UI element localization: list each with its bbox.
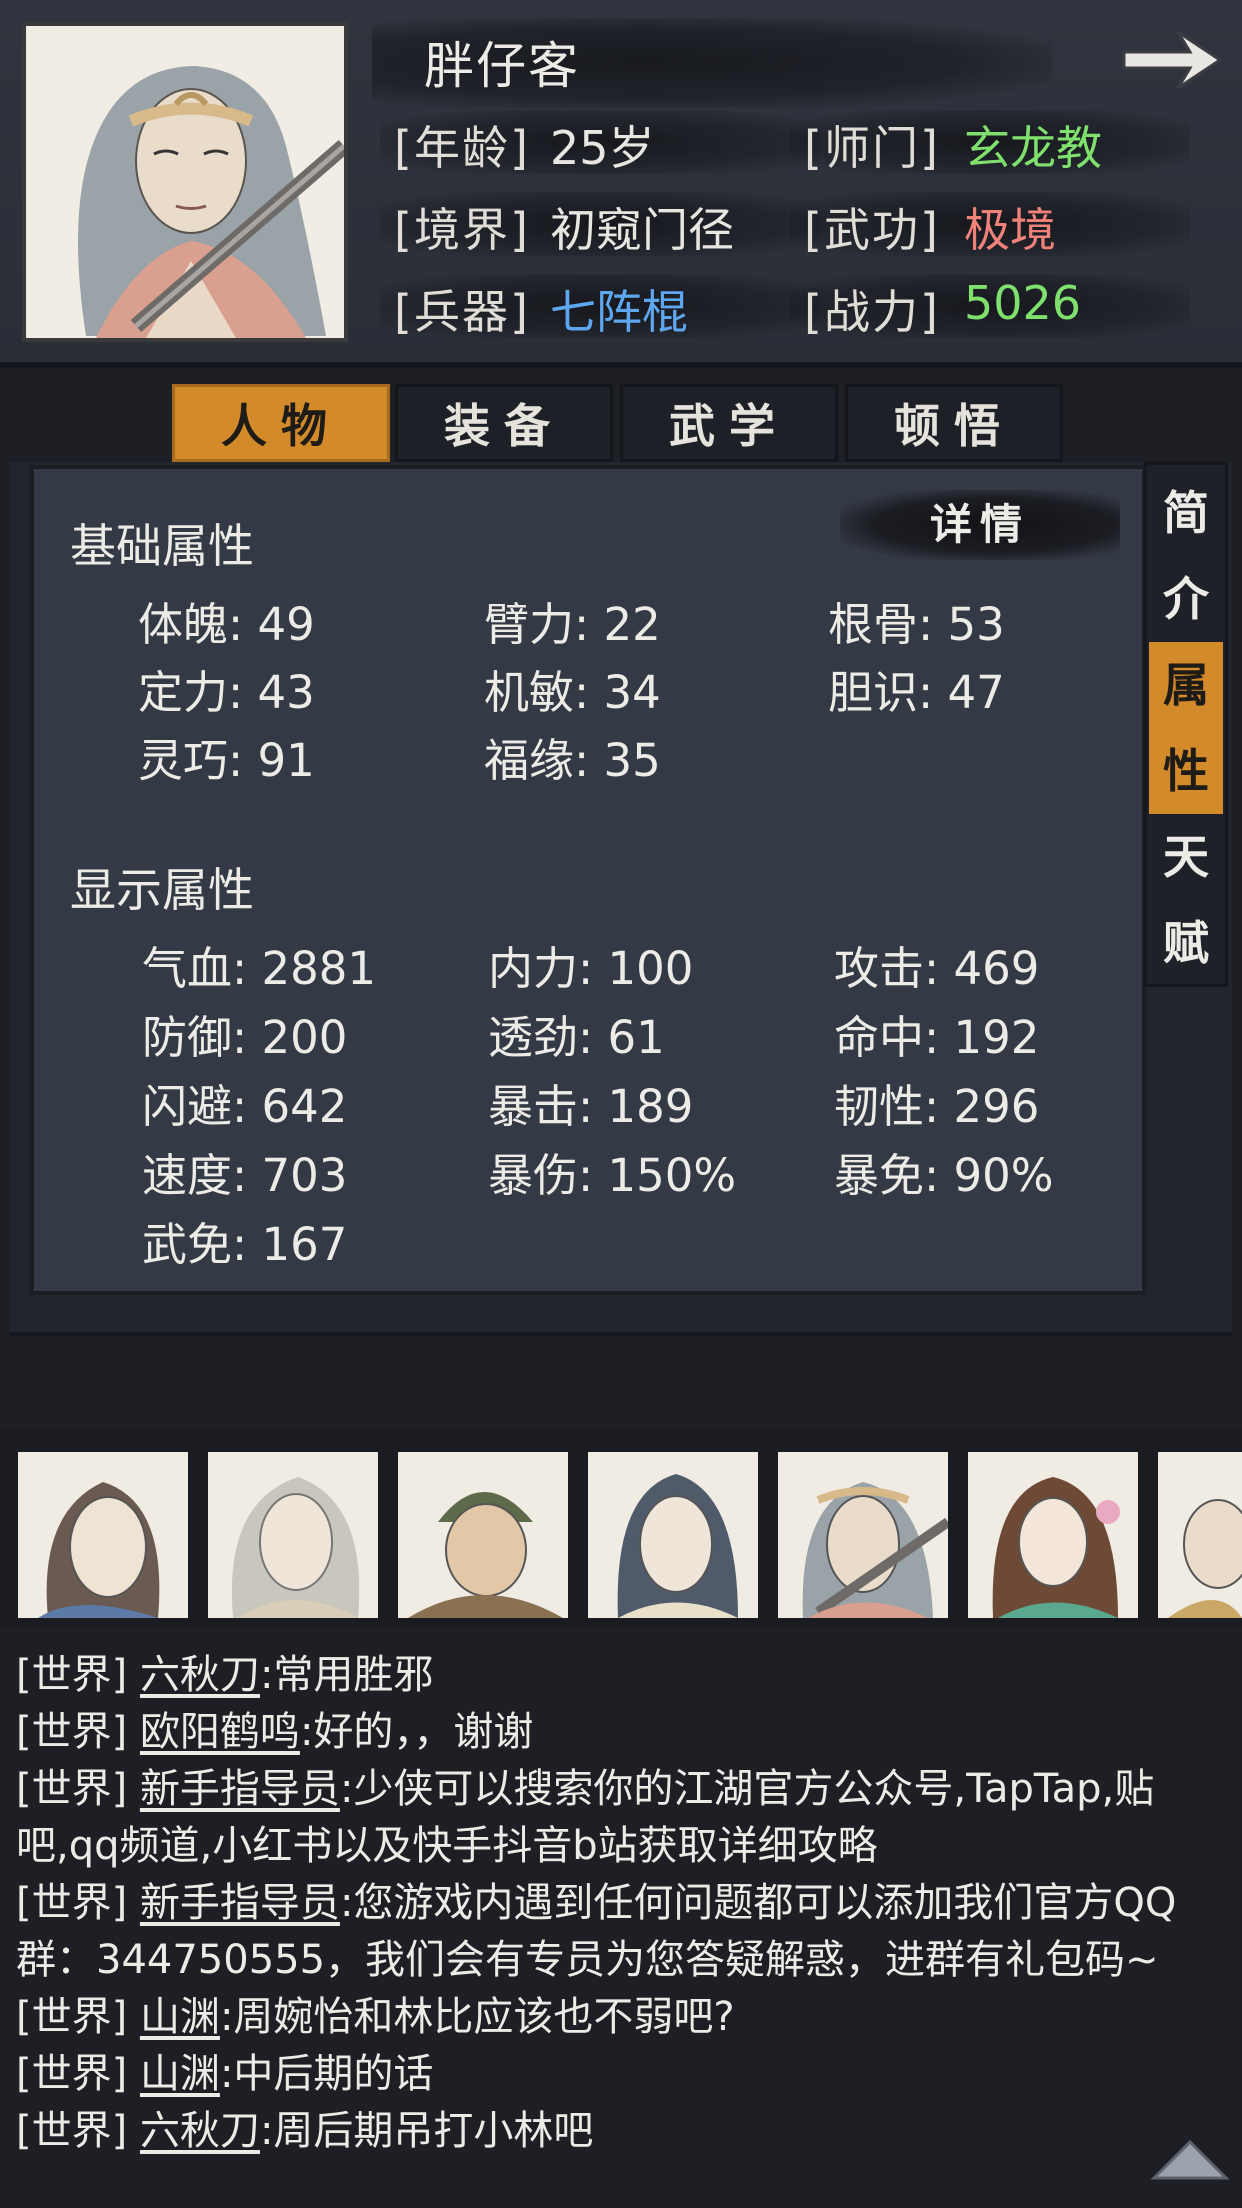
stat-hit: 命中: 192 [834,1011,1040,1064]
chat-line: [世界] 山渊:周婉怡和林比应该也不弱吧? [16,1984,735,2042]
chat-username[interactable]: 新手指导员 [140,1766,340,1812]
avatar[interactable] [208,1452,378,1618]
age-label: [年龄] [394,121,530,175]
stat-defense: 防御: 200 [142,1011,348,1064]
tab-martial-arts[interactable]: 武学 [620,384,838,462]
chat-username[interactable]: 欧阳鹤鸣 [140,1709,300,1755]
stat-crit-damage: 暴伤: 150% [488,1149,737,1202]
basic-attributes-title: 基础属性 [70,519,254,573]
avatar[interactable] [968,1452,1138,1618]
arrow-right-icon[interactable] [1118,22,1224,98]
stat-courage: 胆识: 47 [828,666,1005,719]
chat-channel: [世界] [16,1766,128,1812]
tab-enlightenment[interactable]: 顿悟 [845,384,1063,462]
side-tab-attributes-char2: 性 [1163,744,1209,798]
avatar[interactable] [18,1452,188,1618]
side-tab-attributes-char1: 属 [1163,658,1209,712]
side-tab-intro[interactable]: 简 介 [1149,470,1223,642]
triangle-up-icon[interactable] [1150,2136,1230,2182]
stat-crit-resist: 暴免: 90% [834,1149,1054,1202]
chat-username[interactable]: 六秋刀 [140,1652,260,1698]
character-portrait [22,22,348,342]
stat-crit: 暴击: 189 [488,1080,694,1133]
chat-channel: [世界] [16,1709,128,1755]
sect-label: [师门] [804,121,940,175]
chat-message: :中后期的话 [219,2051,434,2097]
side-tab-talents[interactable]: 天 赋 [1149,814,1223,986]
power-value: 5026 [964,276,1082,330]
stat-speed: 速度: 703 [142,1149,348,1202]
stat-strength: 臂力: 22 [484,598,661,651]
chat-line: [世界] 新手指导员:您游戏内遇到任何问题都可以添加我们官方QQ [16,1870,1176,1928]
chat-line: [世界] 六秋刀:常用胜邪 [16,1642,433,1700]
chat-channel: [世界] [16,2108,128,2154]
chat-line: 吧,qq频道,小红书以及快手抖音b站获取详细攻略 [16,1813,878,1871]
chat-message: :好的，，谢谢 [299,1709,534,1755]
side-tab-intro-char1: 简 [1163,486,1209,540]
chat-message: :少侠可以搜索你的江湖官方公众号,TapTap,贴 [339,1766,1155,1812]
stat-physique: 体魄: 49 [138,598,315,651]
stat-luck: 福缘: 35 [484,734,661,787]
realm-value: 初窥门径 [550,203,734,257]
tab-character[interactable]: 人物 [172,384,390,462]
chat-message: :您游戏内遇到任何问题都可以添加我们官方QQ [339,1880,1177,1926]
character-name: 胖仔客 [424,37,580,95]
chat-line: 群：344750555，我们会有专员为您答疑解惑，进群有礼包码~ [16,1927,1159,1985]
chat-line: [世界] 山渊:中后期的话 [16,2041,433,2099]
stat-martial-resist: 武免: 167 [142,1218,348,1271]
sect-value: 玄龙教 [964,121,1102,175]
stat-hp: 气血: 2881 [142,942,376,995]
side-tab-talents-char2: 赋 [1163,916,1209,970]
side-tab-attributes[interactable]: 属 性 [1149,642,1223,814]
realm-label: [境界] [394,203,530,257]
tab-equipment[interactable]: 装备 [395,384,613,462]
stat-toughness: 韧性: 296 [834,1080,1040,1133]
martial-label: [武功] [804,203,940,257]
chat-channel: [世界] [16,1652,128,1698]
chat-message: :常用胜邪 [259,1652,434,1698]
avatar[interactable] [1158,1452,1242,1618]
stat-agility: 机敏: 34 [484,666,661,719]
chat-message: :周后期吊打小林吧 [259,2108,594,2154]
avatar[interactable] [778,1452,948,1618]
stat-focus: 定力: 43 [138,666,315,719]
chat-channel: [世界] [16,2051,128,2097]
chat-message: 群：344750555，我们会有专员为您答疑解惑，进群有礼包码~ [16,1937,1159,1983]
weapon-value: 七阵棍 [550,285,688,339]
stat-attack: 攻击: 469 [834,942,1040,995]
chat-channel: [世界] [16,1994,128,2040]
weapon-label: [兵器] [394,285,530,339]
chat-username[interactable]: 六秋刀 [140,2108,260,2154]
stat-constitution: 根骨: 53 [828,598,1005,651]
power-label: [战力] [804,285,940,339]
chat-line: [世界] 六秋刀:周后期吊打小林吧 [16,2098,593,2156]
martial-value: 极境 [964,203,1056,257]
chat-message: 吧,qq频道,小红书以及快手抖音b站获取详细攻略 [16,1823,878,1869]
avatar[interactable] [398,1452,568,1618]
age-value: 25岁 [550,121,655,175]
chat-username[interactable]: 山渊 [140,2051,220,2097]
avatar[interactable] [588,1452,758,1618]
chat-message: :周婉怡和林比应该也不弱吧? [219,1994,735,2040]
stat-dodge: 闪避: 642 [142,1080,348,1133]
chat-line: [世界] 新手指导员:少侠可以搜索你的江湖官方公众号,TapTap,贴 [16,1756,1154,1814]
side-tab-intro-char2: 介 [1163,572,1209,626]
stat-internal: 内力: 100 [488,942,694,995]
chat-channel: [世界] [16,1880,128,1926]
chat-username[interactable]: 山渊 [140,1994,220,2040]
stat-penetration: 透劲: 61 [488,1011,665,1064]
details-button[interactable]: 详情 [840,490,1120,560]
side-tab-talents-char1: 天 [1163,830,1209,884]
display-attributes-title: 显示属性 [70,863,254,917]
chat-line: [世界] 欧阳鹤鸣:好的，，谢谢 [16,1699,533,1757]
chat-username[interactable]: 新手指导员 [140,1880,340,1926]
stat-dexterity: 灵巧: 91 [138,734,315,787]
